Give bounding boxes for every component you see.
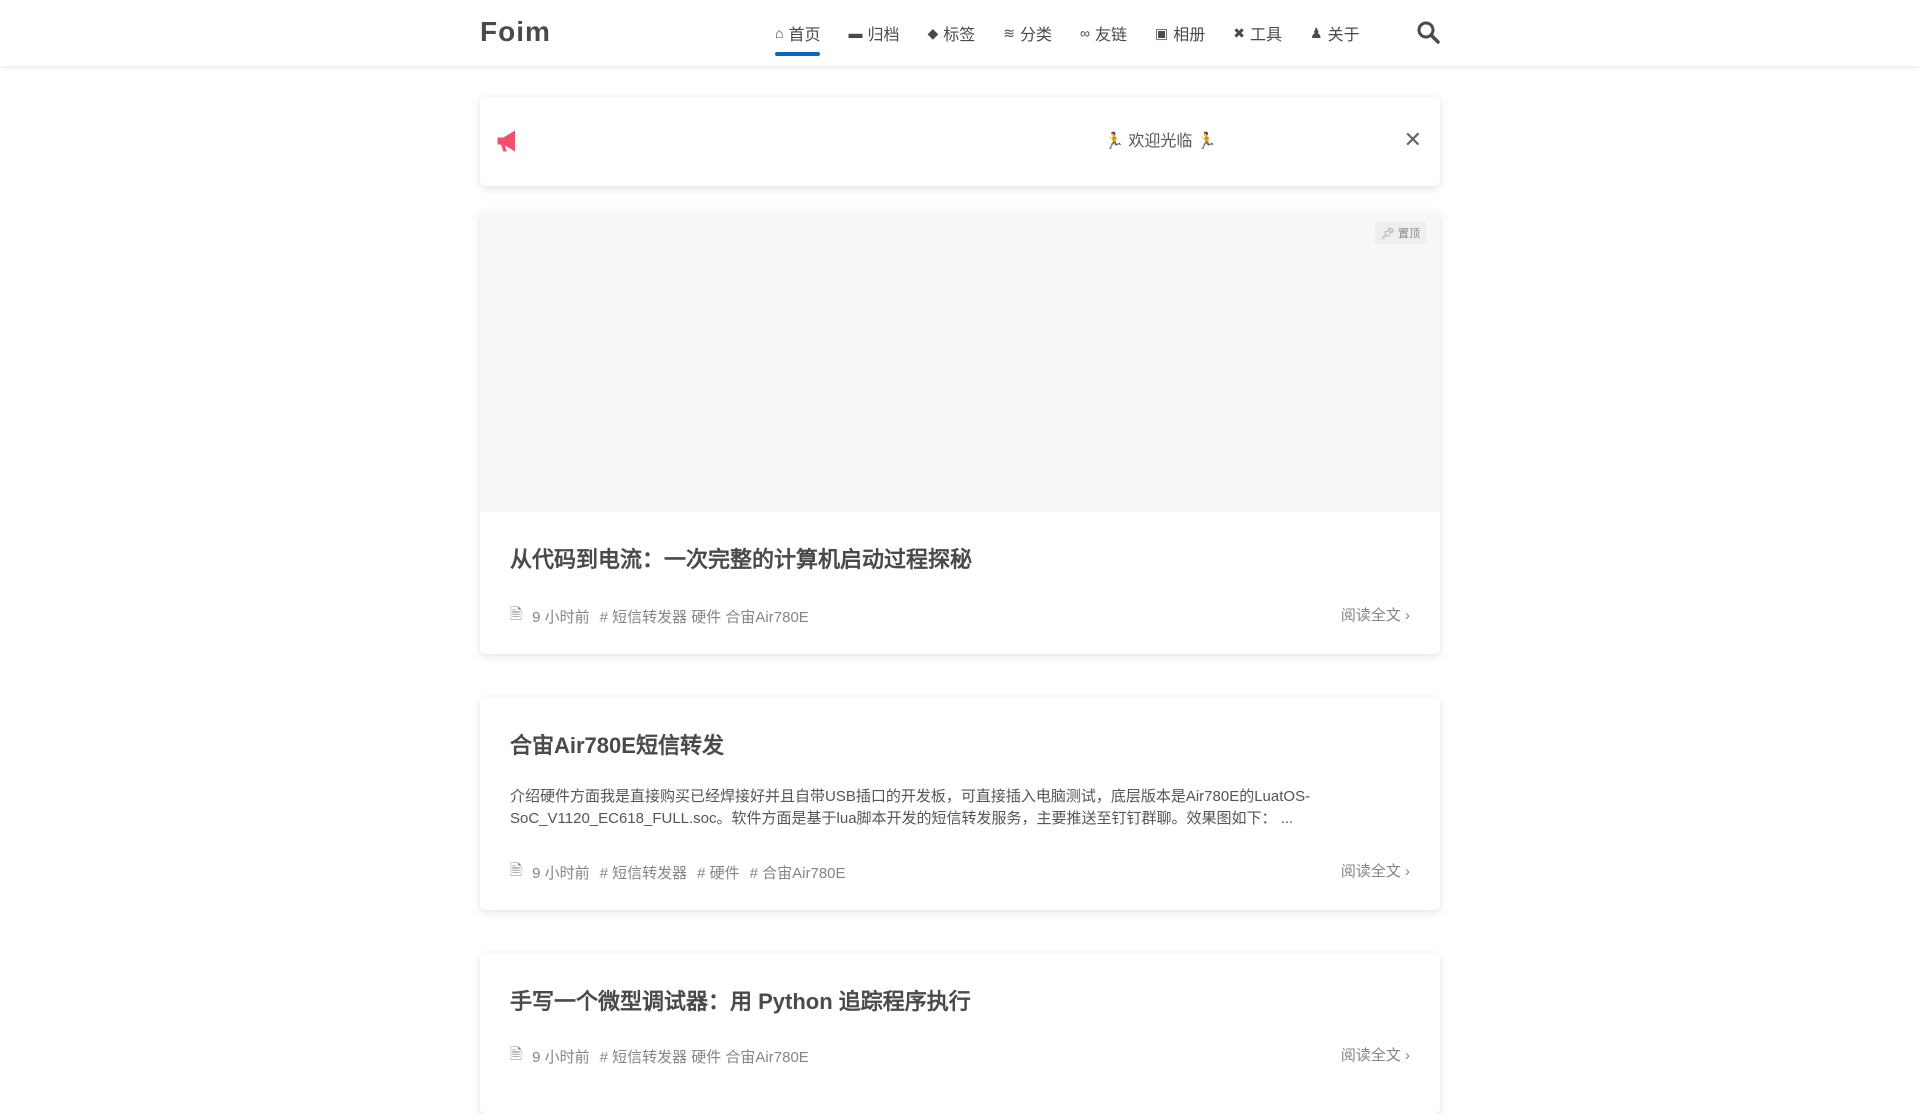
post-title[interactable]: 合宙Air780E短信转发 bbox=[510, 728, 724, 760]
nav-label: 工具 bbox=[1250, 27, 1283, 44]
chevron-right-icon: › bbox=[1405, 607, 1410, 624]
image-icon: ▣ bbox=[1155, 24, 1169, 41]
close-announcement-button[interactable]: ✕ bbox=[1404, 127, 1422, 153]
tag-label: 硬件 bbox=[709, 865, 740, 882]
announcement-text: 🏃 欢迎光临 🏃 bbox=[1104, 133, 1217, 150]
read-more-label: 阅读全文 bbox=[1340, 1047, 1401, 1064]
nav-tags[interactable]: ◆ 标签 bbox=[914, 0, 990, 66]
file-icon: 🗎 bbox=[510, 606, 523, 623]
post-meta: 🗎 9 小时前 # 短信转发器 # 硬件 # 合宙Air780E bbox=[510, 860, 846, 885]
post-title[interactable]: 从代码到电流：一次完整的计算机启动过程探秘 bbox=[510, 542, 972, 574]
post-meta: 🗎 9 小时前 # 短信转发器 硬件 合宙Air780E bbox=[510, 604, 809, 629]
layers-icon: ≋ bbox=[1003, 24, 1016, 41]
site-logo[interactable]: Foim bbox=[480, 16, 551, 48]
read-more-link[interactable]: 阅读全文 › bbox=[1341, 1044, 1410, 1065]
top-navbar: Foim ⌂ 首页 ▬ 归档 ◆ 标签 ≋ 分类 ∞ 友链 ▣ 相册 ✖ 工具 ♟ 关于 bbox=[0, 0, 1920, 66]
nav-label: 分类 bbox=[1020, 27, 1053, 44]
nav-links[interactable]: ∞ 友链 bbox=[1066, 0, 1141, 66]
post-time: 9 小时前 bbox=[532, 609, 590, 626]
user-graduate-icon: ♟ bbox=[1310, 24, 1323, 41]
tag-label: 合宙Air780E bbox=[762, 865, 846, 882]
nav-label: 友链 bbox=[1095, 27, 1128, 44]
nav-home[interactable]: ⌂ 首页 bbox=[775, 0, 834, 66]
post-tags[interactable]: # 短信转发器 硬件 合宙Air780E bbox=[600, 606, 809, 627]
post-meta: 🗎 9 小时前 # 短信转发器 硬件 合宙Air780E bbox=[510, 1044, 809, 1069]
file-icon: 🗎 bbox=[510, 1046, 523, 1063]
post-card: 手写一个微型调试器：用 Python 追踪程序执行 🗎 9 小时前 # 短信转发器 … bbox=[480, 954, 1440, 1114]
post-card: 📌︎ 置顶 从代码到电流：一次完整的计算机启动过程探秘 🗎 9 小时前 # 短信转发… bbox=[480, 212, 1440, 654]
post-tag[interactable]: # 硬件 bbox=[697, 862, 740, 883]
archive-icon: ▬ bbox=[848, 25, 863, 41]
pin-icon: 📌︎ bbox=[1380, 228, 1398, 240]
post-card: 合宙Air780E短信转发 介绍硬件方面我是直接购买已经焊接好并且自带USB插口… bbox=[480, 698, 1440, 910]
nav-label: 关于 bbox=[1327, 27, 1360, 44]
nav-gallery[interactable]: ▣ 相册 bbox=[1141, 0, 1219, 66]
file-icon: 🗎 bbox=[510, 862, 523, 879]
read-more-label: 阅读全文 bbox=[1340, 607, 1401, 624]
read-more-link[interactable]: 阅读全文 › bbox=[1341, 604, 1410, 625]
pinned-label: 置顶 bbox=[1398, 228, 1420, 240]
nav-categories[interactable]: ≋ 分类 bbox=[989, 0, 1066, 66]
home-icon: ⌂ bbox=[775, 25, 784, 41]
post-title[interactable]: 手写一个微型调试器：用 Python 追踪程序执行 bbox=[510, 984, 971, 1016]
nav-archive[interactable]: ▬ 归档 bbox=[834, 0, 913, 66]
pinned-badge: 📌︎ 置顶 bbox=[1374, 222, 1426, 244]
post-tag[interactable]: # 合宙Air780E bbox=[750, 862, 846, 883]
link-icon: ∞ bbox=[1080, 25, 1091, 41]
post-tag[interactable]: # 短信转发器 bbox=[600, 862, 688, 883]
post-time: 9 小时前 bbox=[532, 1049, 590, 1066]
nav-label: 相册 bbox=[1173, 27, 1206, 44]
chevron-right-icon: › bbox=[1405, 1047, 1410, 1064]
nav-label: 标签 bbox=[943, 27, 976, 44]
post-tags[interactable]: # 短信转发器 硬件 合宙Air780E bbox=[600, 1046, 809, 1067]
tools-icon: ✖ bbox=[1233, 24, 1246, 41]
tag-label: 短信转发器 bbox=[612, 865, 688, 882]
read-more-label: 阅读全文 bbox=[1340, 863, 1401, 880]
main-nav: ⌂ 首页 ▬ 归档 ◆ 标签 ≋ 分类 ∞ 友链 ▣ 相册 ✖ 工具 ♟ 关于 bbox=[775, 0, 1374, 66]
nav-label: 归档 bbox=[867, 27, 900, 44]
chevron-right-icon: › bbox=[1405, 863, 1410, 880]
post-excerpt: 介绍硬件方面我是直接购买已经焊接好并且自带USB插口的开发板，可直接插入电脑测试… bbox=[510, 788, 1311, 827]
announcement-card: 🏃 欢迎光临 🏃 ✕ bbox=[480, 97, 1440, 186]
nav-tools[interactable]: ✖ 工具 bbox=[1219, 0, 1296, 66]
search-icon[interactable] bbox=[1416, 20, 1440, 44]
nav-about[interactable]: ♟ 关于 bbox=[1296, 0, 1374, 66]
nav-label: 首页 bbox=[788, 27, 821, 44]
tags-icon: ◆ bbox=[927, 24, 939, 41]
post-cover-image[interactable]: 📌︎ 置顶 bbox=[480, 212, 1440, 512]
post-time: 9 小时前 bbox=[532, 865, 590, 882]
read-more-link[interactable]: 阅读全文 › bbox=[1341, 860, 1410, 881]
megaphone-icon bbox=[497, 130, 515, 152]
